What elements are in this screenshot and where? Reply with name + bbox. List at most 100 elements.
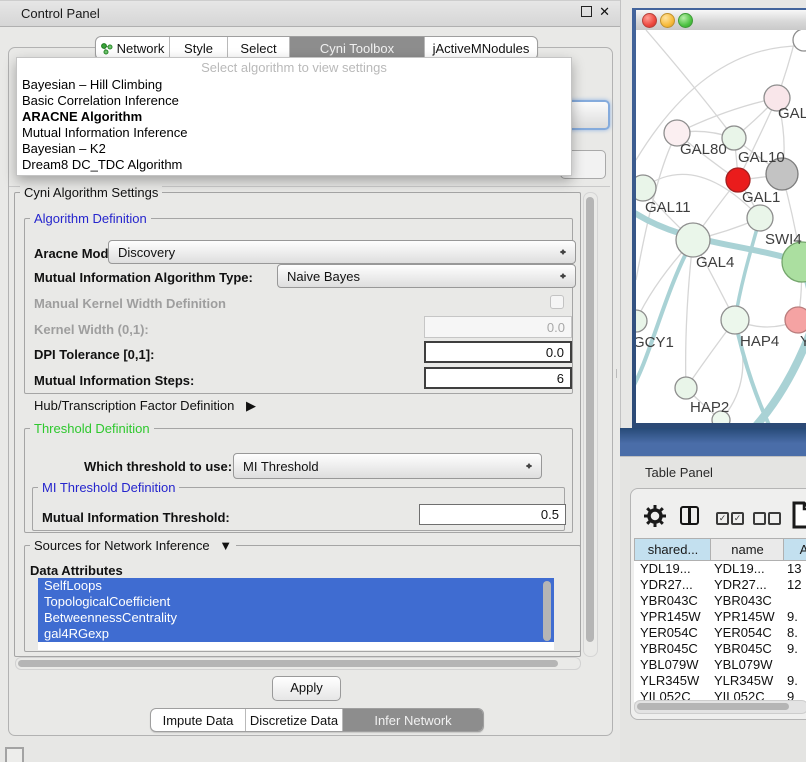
- tab-impute-data[interactable]: Impute Data: [151, 709, 246, 731]
- mi-steps-input[interactable]: 6: [424, 367, 572, 389]
- table-row[interactable]: YDR27...YDR27...12: [634, 576, 806, 592]
- apply-button[interactable]: Apply: [272, 676, 341, 701]
- settings-vertical-scrollbar[interactable]: [583, 192, 598, 657]
- kernel-width-input[interactable]: 0.0: [424, 316, 572, 338]
- close-window-icon[interactable]: [642, 13, 657, 28]
- which-threshold-combo[interactable]: MI Threshold: [233, 453, 542, 479]
- algorithm-dropdown-list: Select algorithm to view settings Bayesi…: [16, 57, 572, 176]
- kernel-width-label: Kernel Width (0,1):: [34, 322, 149, 337]
- column-header-shared-name[interactable]: shared...: [634, 538, 712, 561]
- mi-algorithm-type-value: Naive Bayes: [287, 269, 360, 284]
- tab-discretize-data[interactable]: Discretize Data: [246, 709, 343, 731]
- column-header-clipped[interactable]: A: [783, 538, 806, 561]
- control-panel-title: Control Panel: [21, 6, 100, 21]
- network-node[interactable]: [747, 205, 773, 231]
- node-label: SWI4: [765, 231, 802, 248]
- tab-jactivemnodules[interactable]: jActiveMNodules: [425, 37, 537, 59]
- network-node[interactable]: [793, 30, 806, 51]
- algorithm-option-dream8-dc-tdc-algorithm[interactable]: Dream8 DC_TDC Algorithm: [17, 157, 571, 173]
- network-edge: [646, 30, 734, 138]
- network-node[interactable]: [782, 242, 806, 282]
- tab-label: Impute Data: [163, 713, 234, 728]
- mi-algorithm-type-combo[interactable]: Naive Bayes: [277, 264, 576, 288]
- select-all-checks-icon[interactable]: ✓: [731, 512, 744, 525]
- network-node[interactable]: [636, 310, 647, 332]
- tab-style[interactable]: Style: [170, 37, 228, 59]
- close-panel-icon[interactable]: ✕: [599, 5, 610, 18]
- network-node[interactable]: [676, 223, 710, 257]
- dropdown-hint: Select algorithm to view settings: [17, 58, 571, 77]
- settings-scrollbar-thumb[interactable]: [586, 197, 594, 642]
- data-attribute-item[interactable]: BetweennessCentrality: [38, 610, 554, 626]
- network-node[interactable]: [721, 306, 749, 334]
- network-window-titlebar[interactable]: [636, 10, 806, 31]
- network-node[interactable]: [785, 307, 806, 333]
- zoom-window-icon[interactable]: [678, 13, 693, 28]
- algorithm-option-bayesian-hill-climbing[interactable]: Bayesian – Hill Climbing: [17, 77, 571, 93]
- table-row[interactable]: YDL19...YDL19...13: [634, 560, 806, 576]
- deselect-all-icon[interactable]: [753, 512, 766, 525]
- table-cell: YDL19...: [640, 561, 691, 576]
- table-row[interactable]: YBL079WYBL079W: [634, 656, 806, 672]
- network-canvas[interactable]: GALGAL80GAL10GAL1GAL11SWI4GAL4GCY1HAP4YH…: [636, 30, 806, 423]
- table-cell: YER054C: [714, 625, 772, 640]
- aracne-mode-combo[interactable]: Discovery: [108, 240, 576, 264]
- algorithm-definition-title: Algorithm Definition: [30, 212, 151, 225]
- node-label: HAP4: [740, 333, 779, 350]
- data-attribute-item[interactable]: TopologicalCoefficient: [38, 594, 554, 610]
- table-cell: YER054C: [640, 625, 698, 640]
- tab-select[interactable]: Select: [228, 37, 290, 59]
- deselect-all-icon[interactable]: [768, 512, 781, 525]
- minimize-window-icon[interactable]: [660, 13, 675, 28]
- collapse-down-icon: ▼: [219, 538, 232, 553]
- aracne-mode-value: Discovery: [118, 245, 175, 260]
- mi-threshold-label: Mutual Information Threshold:: [42, 510, 230, 525]
- mi-threshold-input[interactable]: 0.5: [419, 504, 566, 525]
- algorithm-option-basic-correlation-inference[interactable]: Basic Correlation Inference: [17, 93, 571, 109]
- float-window-icon[interactable]: [581, 6, 592, 17]
- table-row[interactable]: YBR043CYBR043C: [634, 592, 806, 608]
- column-layout-icon[interactable]: [680, 506, 699, 525]
- table-horizontal-scrollbar[interactable]: [634, 700, 806, 714]
- settings-horizontal-scrollbar[interactable]: [15, 657, 581, 670]
- attributes-scrollbar-thumb[interactable]: [543, 581, 551, 641]
- tab-infer-network[interactable]: Infer Network: [343, 709, 483, 731]
- table-cell: YDL19...: [714, 561, 765, 576]
- table-cell: 9.: [787, 641, 798, 656]
- window-buttons: ✕: [581, 5, 610, 18]
- hub-definition-expander[interactable]: Hub/Transcription Factor Definition ▶: [34, 398, 256, 414]
- network-node[interactable]: [636, 175, 656, 201]
- new-table-icon[interactable]: [792, 501, 806, 529]
- node-label: GAL1: [742, 189, 780, 206]
- data-attribute-item[interactable]: gal4RGexp: [38, 626, 554, 642]
- algorithm-option-mutual-information-inference[interactable]: Mutual Information Inference: [17, 125, 571, 141]
- table-row[interactable]: YER054CYER054C8.: [634, 624, 806, 640]
- tab-label: Discretize Data: [250, 713, 338, 728]
- node-label: GAL10: [738, 149, 785, 166]
- network-node[interactable]: [675, 377, 697, 399]
- table-row[interactable]: YPR145WYPR145W9.: [634, 608, 806, 624]
- data-attribute-item[interactable]: SelfLoops: [38, 578, 554, 594]
- column-header-name[interactable]: name: [710, 538, 785, 561]
- tab-cyni-toolbox[interactable]: Cyni Toolbox: [290, 37, 425, 59]
- algorithm-option-aracne-algorithm[interactable]: ARACNE Algorithm: [17, 109, 571, 125]
- manual-kernel-width-checkbox[interactable]: [550, 295, 564, 309]
- table-cell: 9.: [787, 609, 798, 624]
- minimized-panel-icon[interactable]: [5, 747, 24, 762]
- control-panel-titlebar[interactable]: Control Panel ✕: [0, 0, 620, 27]
- sources-group-title[interactable]: Sources for Network Inference ▼: [30, 539, 236, 552]
- settings-hscrollbar-thumb[interactable]: [18, 660, 558, 667]
- data-attributes-list[interactable]: SelfLoopsTopologicalCoefficientBetweenne…: [38, 578, 554, 650]
- combo-arrows-icon: [525, 460, 533, 472]
- tab-network[interactable]: Network: [96, 37, 170, 59]
- table-row[interactable]: YBR045CYBR045C9.: [634, 640, 806, 656]
- cyni-bottom-tabbar: Impute Data Discretize Data Infer Network: [150, 708, 484, 732]
- select-all-checks-icon[interactable]: ✓: [716, 512, 729, 525]
- dpi-tolerance-input[interactable]: 0.0: [424, 341, 572, 363]
- table-cell: YBR045C: [640, 641, 698, 656]
- algorithm-option-bayesian-k2[interactable]: Bayesian – K2: [17, 141, 571, 157]
- gear-icon[interactable]: [644, 505, 666, 527]
- table-hscrollbar-thumb[interactable]: [637, 703, 789, 710]
- table-row[interactable]: YLR345WYLR345W9.: [634, 672, 806, 688]
- tab-label: Cyni Toolbox: [320, 41, 394, 56]
